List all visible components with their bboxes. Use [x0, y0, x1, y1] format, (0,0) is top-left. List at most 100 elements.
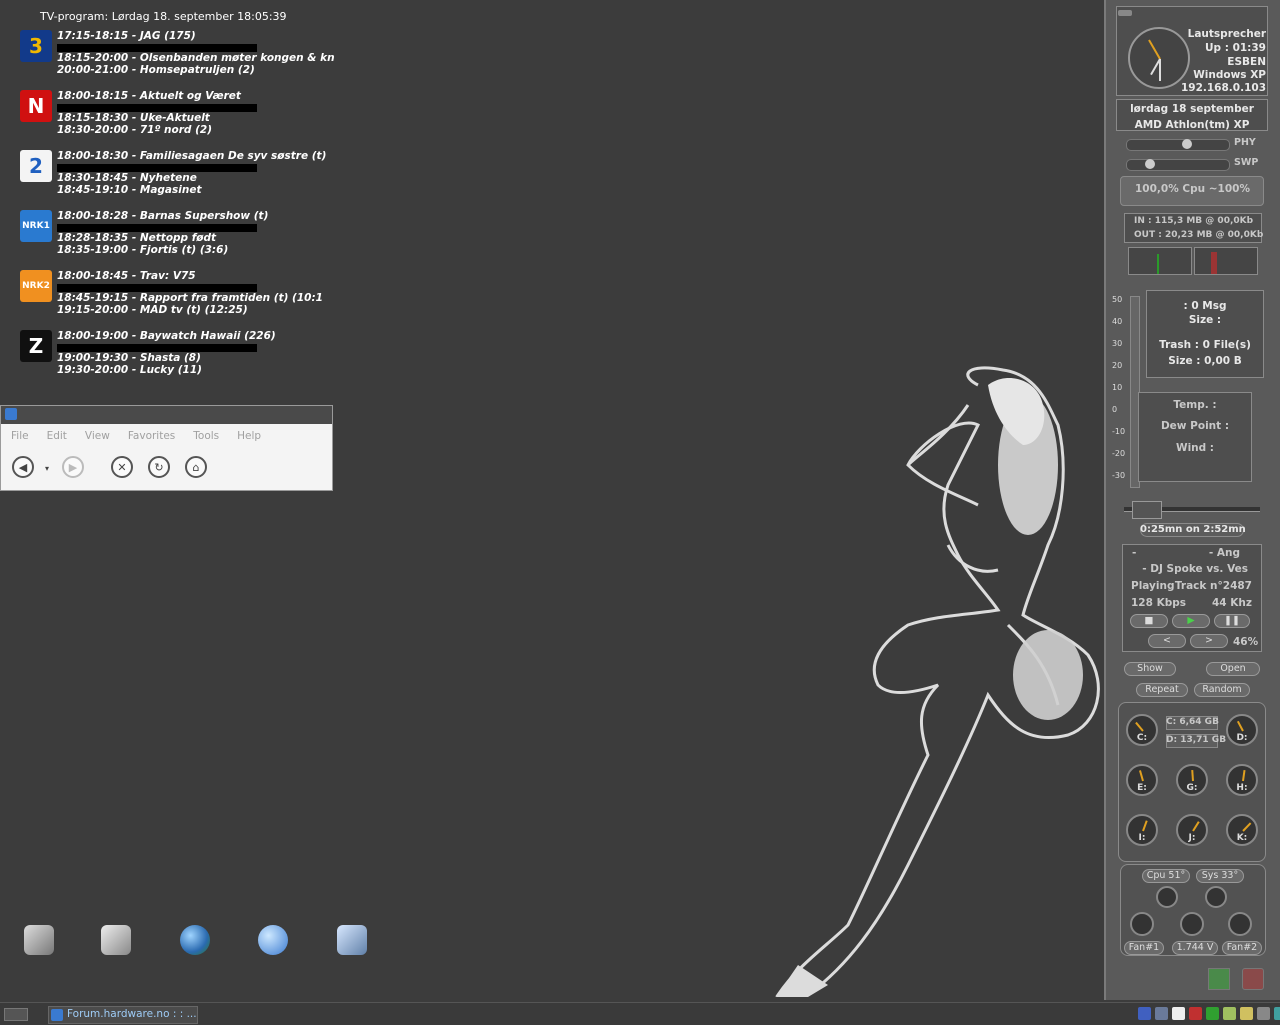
tv-channel-row: 3 17:15-18:15 - JAG (175) 18:15-20:00 - Ol… — [20, 30, 340, 85]
tray-window-icon[interactable] — [1172, 1007, 1185, 1020]
tv-channel-row: Z 18:00-19:00 - Baywatch Hawaii (226) 19:0… — [20, 330, 340, 385]
menu-edit[interactable]: Edit — [47, 426, 67, 442]
scale-tick-label: -20 — [1112, 449, 1126, 458]
program-line: 18:15-18:30 - Uke-Aktuelt — [57, 112, 210, 124]
tray-volume-icon[interactable] — [1240, 1007, 1253, 1020]
play-icon: ▶ — [1187, 615, 1195, 626]
drive-gauge[interactable]: K: — [1226, 814, 1258, 846]
menu-tools[interactable]: Tools — [193, 426, 219, 442]
swap-memory-slider — [1126, 159, 1230, 171]
drive-gauge[interactable]: I: — [1126, 814, 1158, 846]
drive-gauge[interactable]: C: — [1126, 714, 1158, 746]
drive-d-size: D: 13,71 GB — [1166, 735, 1227, 745]
menu-file[interactable]: File — [11, 426, 29, 442]
desktop-ie-icon[interactable] — [258, 925, 288, 955]
gauge-needle — [1192, 821, 1200, 832]
desktop-drive-icon[interactable] — [337, 925, 367, 955]
menu-view[interactable]: View — [85, 426, 110, 442]
next-button[interactable]: > — [1190, 634, 1228, 648]
player-title: - DJ Spoke vs. Ves — [1142, 563, 1248, 575]
channel-logo-icon: Z — [20, 330, 52, 362]
drive-letter-label: D: — [1236, 733, 1248, 743]
weather-dew-label: Dew Point : — [1160, 420, 1230, 432]
tray-monitor-icon[interactable] — [1223, 1007, 1236, 1020]
drive-letter-label: C: — [1136, 733, 1148, 743]
program-line: 18:35-19:00 - Fjortis (t) (3:6) — [57, 244, 229, 256]
stop-icon[interactable]: ✕ — [111, 456, 133, 478]
program-line: 20:00-21:00 - Homsepatruljen (2) — [57, 64, 255, 76]
seek-handle[interactable] — [1132, 501, 1162, 519]
start-button[interactable] — [4, 1008, 28, 1021]
program-line: 19:30-20:00 - Lucky (11) — [57, 364, 202, 376]
pause-button[interactable]: ❚❚ — [1214, 614, 1250, 628]
tray-update-icon[interactable] — [1274, 1007, 1280, 1020]
repeat-button[interactable]: Repeat — [1136, 683, 1188, 697]
trash-size-label: Size : 0,00 B — [1168, 355, 1242, 367]
previous-button[interactable]: < — [1148, 634, 1186, 648]
menu-favorites[interactable]: Favorites — [128, 426, 175, 442]
random-button[interactable]: Random — [1194, 683, 1250, 697]
volume-label: 46% — [1233, 636, 1259, 648]
menu-help[interactable]: Help — [237, 426, 261, 442]
desktop-speakers-icon[interactable] — [101, 925, 131, 955]
voltage-label: 1.744 V — [1172, 941, 1218, 955]
swp-label: SWP — [1234, 157, 1259, 168]
redacted-bar — [57, 164, 257, 172]
date-label: lørdag 18 september — [1130, 103, 1254, 115]
drive-gauge[interactable]: J: — [1176, 814, 1208, 846]
system-tray — [1138, 1007, 1280, 1021]
channel-logo-icon: NRK1 — [20, 210, 52, 242]
power-icon[interactable] — [1242, 968, 1264, 990]
settings-icon[interactable] — [1208, 968, 1230, 990]
open-button[interactable]: Open — [1206, 662, 1260, 676]
gauge-needle — [1242, 769, 1246, 782]
player-line1-left: - — [1132, 547, 1137, 559]
tray-green-icon[interactable] — [1206, 1007, 1219, 1020]
cpu-name-label: AMD Athlon(tm) XP — [1134, 119, 1250, 131]
os-label: Windows XP — [1193, 69, 1266, 81]
taskbar-item-label: Forum.hardware.no : : ... — [67, 1008, 197, 1020]
browser-titlebar[interactable] — [1, 406, 332, 424]
drive-gauge[interactable]: E: — [1126, 764, 1158, 796]
program-line: 18:15-20:00 - Olsenbanden møter kongen &… — [57, 52, 335, 64]
tray-network-icon[interactable] — [1138, 1007, 1151, 1020]
panel-menu-icon[interactable] — [1118, 10, 1132, 16]
trash-label: Trash : 0 File(s) — [1159, 339, 1251, 351]
back-arrow-icon[interactable]: ◀ — [12, 456, 34, 478]
channel-logo-icon: 3 — [20, 30, 52, 62]
tray-alert-icon[interactable] — [1189, 1007, 1202, 1020]
gauge-needle — [1191, 769, 1194, 782]
drive-letter-label: J: — [1188, 833, 1196, 843]
desktop-app-icon[interactable] — [24, 925, 54, 955]
fan1-label: Fan#1 — [1124, 941, 1164, 955]
program-line: 18:00-19:00 - Baywatch Hawaii (226) — [57, 330, 276, 342]
browser-window[interactable]: File Edit View Favorites Tools Help ◀ ▾ ▶ ✕ ↻… — [0, 405, 333, 491]
gauge-needle — [1142, 820, 1148, 832]
stop-button[interactable]: ■ — [1130, 614, 1168, 628]
tray-app-icon[interactable] — [1155, 1007, 1168, 1020]
drive-gauge[interactable]: G: — [1176, 764, 1208, 796]
drive-gauge[interactable]: D: — [1226, 714, 1258, 746]
voltage-gauge — [1180, 912, 1204, 936]
show-button[interactable]: Show — [1124, 662, 1176, 676]
player-track: Track n°2487 — [1174, 580, 1252, 592]
net-out-label: OUT : 20,23 MB @ 00,0Kb — [1134, 230, 1264, 240]
refresh-icon[interactable]: ↻ — [148, 456, 170, 478]
desktop-globe-icon[interactable] — [180, 925, 210, 955]
channel-logo-icon: N — [20, 90, 52, 122]
ip-label: 192.168.0.103 — [1180, 82, 1266, 94]
drive-gauge[interactable]: H: — [1226, 764, 1258, 796]
ie-icon — [5, 408, 17, 420]
audio-device-label: Lautsprecher — [1187, 28, 1266, 40]
forward-arrow-icon[interactable]: ▶ — [62, 456, 84, 478]
tray-pen-icon[interactable] — [1257, 1007, 1270, 1020]
drive-letter-label: G: — [1186, 783, 1198, 793]
home-icon[interactable]: ⌂ — [185, 456, 207, 478]
scale-tick-label: 20 — [1112, 361, 1123, 370]
taskbar-item-forum[interactable]: Forum.hardware.no : : ... — [48, 1006, 198, 1024]
tv-channel-row: 2 18:00-18:30 - Familiesagaen De syv søst… — [20, 150, 340, 205]
program-line: 18:30-20:00 - 71º nord (2) — [57, 124, 213, 136]
play-button[interactable]: ▶ — [1172, 614, 1210, 628]
back-dropdown-icon[interactable]: ▾ — [45, 464, 49, 473]
cpu-temp-gauge — [1156, 886, 1178, 908]
